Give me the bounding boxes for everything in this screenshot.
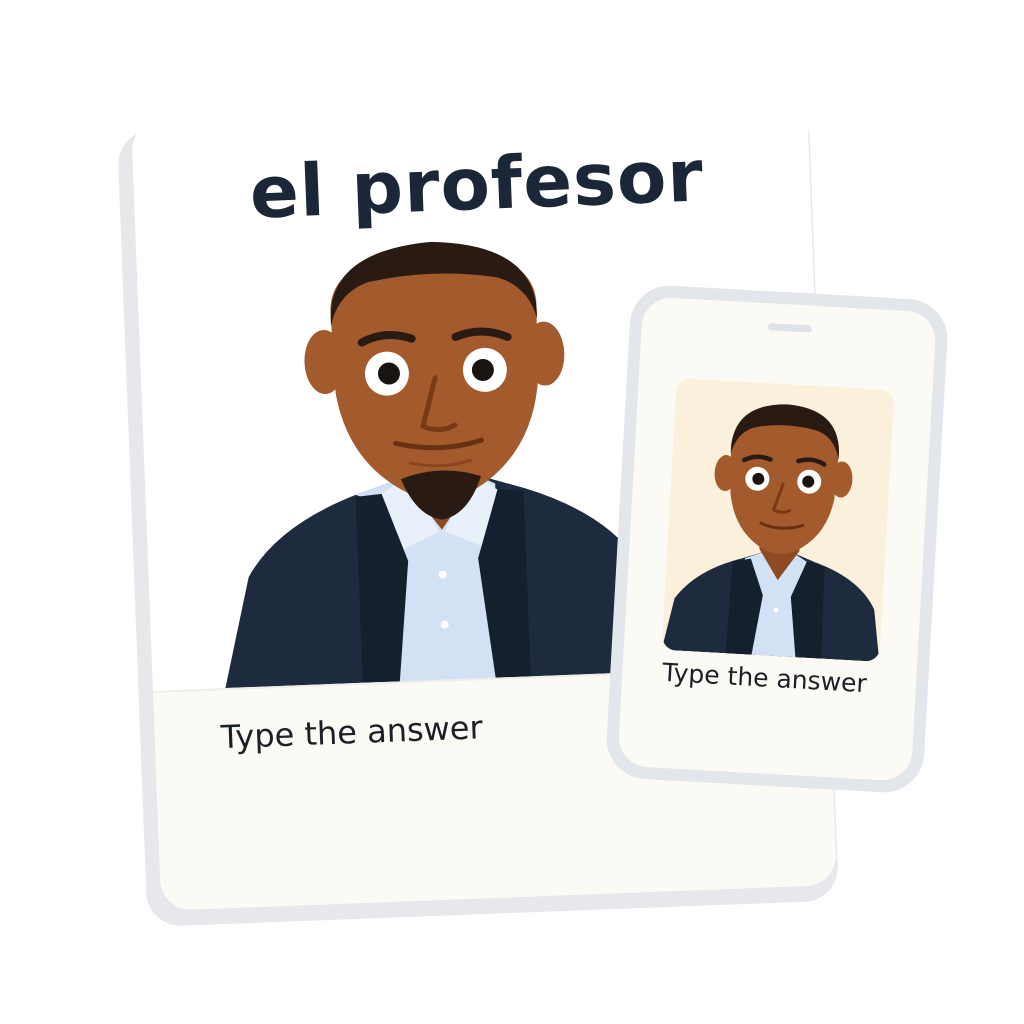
phone-mockup: Type the answer: [604, 283, 950, 795]
answer-prompt: Type the answer: [220, 708, 484, 757]
phone-screen[interactable]: Type the answer: [617, 296, 937, 782]
phone-photo: [661, 378, 895, 662]
flashcard-word: el profesor: [248, 133, 706, 235]
teacher-portrait-illustration: [223, 241, 673, 699]
phone-answer-prompt: Type the answer: [661, 657, 868, 699]
scene: el profesor Type the answer Type the ans…: [0, 0, 1024, 1024]
teacher-portrait-illustration: [661, 404, 880, 662]
phone-speaker: [767, 323, 812, 333]
